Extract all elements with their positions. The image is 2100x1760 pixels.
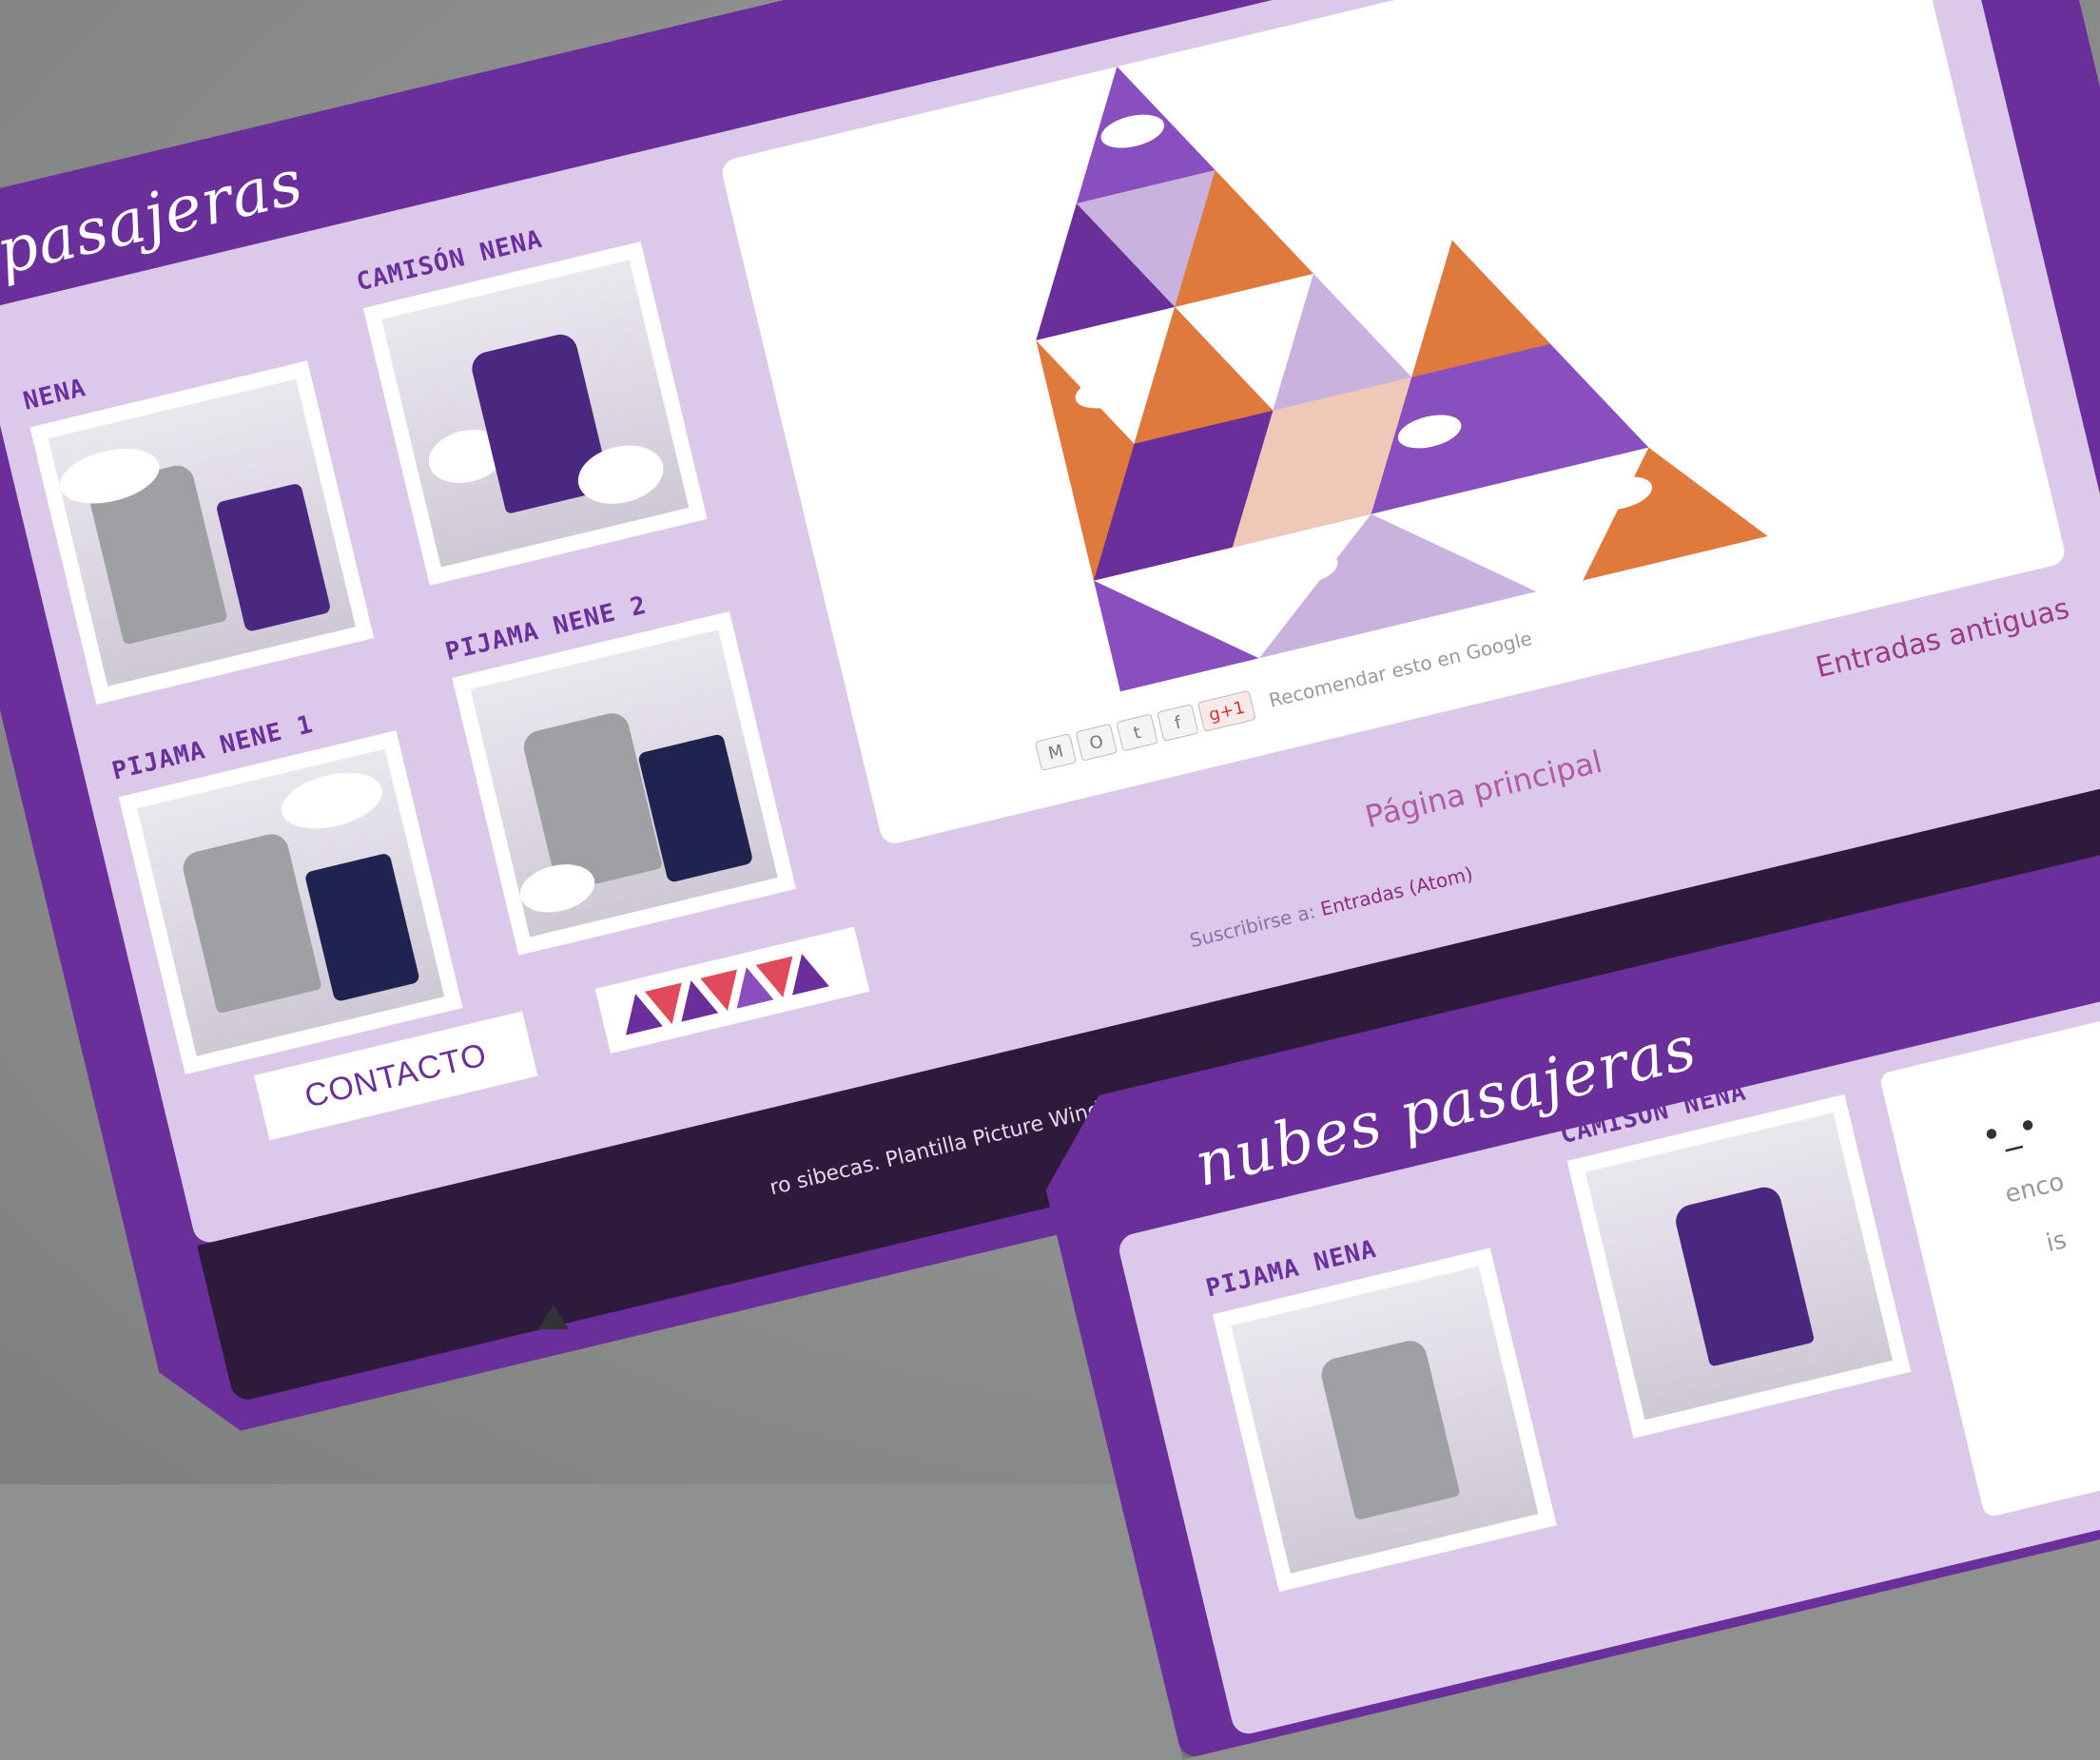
pants-image xyxy=(216,483,331,632)
shirt-image xyxy=(520,710,662,894)
subscribe-prefix: Suscribirse a: xyxy=(1187,899,1317,952)
product-photo[interactable] xyxy=(452,611,796,956)
subscribe-atom-link[interactable]: Entradas (Atom) xyxy=(1318,862,1475,921)
google-plus-button[interactable]: g+1 xyxy=(1197,690,1256,732)
triangle-pattern-strip xyxy=(595,927,870,1054)
product-photo[interactable] xyxy=(29,360,374,705)
product-pijama-nena[interactable]: PIJAMA NENA xyxy=(1203,1205,1575,1592)
product-camison-nena[interactable]: CAMISÓN NENA xyxy=(1558,1051,1930,1438)
partial-text: enco xyxy=(2002,1168,2067,1209)
product-pijama-nene-2[interactable]: PIJAMA NENE 2 xyxy=(442,568,814,955)
triangle-strip-icon xyxy=(617,945,848,1035)
shirt-image xyxy=(1318,1337,1460,1520)
product-photo[interactable] xyxy=(1567,1094,1912,1439)
product-camison-nena[interactable]: CAMISÓN NENA xyxy=(354,199,726,586)
email-share-button[interactable]: M xyxy=(1035,733,1077,771)
product-pijama-nene-1[interactable]: PIJAMA NENE 1 xyxy=(109,687,481,1074)
product-gallery: CAMISÓN NENA NENA xyxy=(21,189,886,1181)
product-photo[interactable] xyxy=(363,242,708,586)
product-photo[interactable] xyxy=(1213,1247,1557,1592)
facebook-share-button[interactable]: f xyxy=(1157,704,1198,742)
twitter-share-button[interactable]: t xyxy=(1116,713,1157,751)
small-triangle-icon xyxy=(538,1305,569,1329)
post-content: •_• enco is xyxy=(1878,990,2100,1518)
product-photo[interactable] xyxy=(119,730,463,1074)
subscribe-line: Suscribirse a: Entradas (Atom) xyxy=(1187,862,1475,953)
post-content: M O t f g+1 Recomendar esto en Google xyxy=(719,0,2067,846)
blog-share-button[interactable]: O xyxy=(1076,724,1118,762)
product-nena[interactable]: NENA xyxy=(21,318,393,705)
home-page-link[interactable]: Página principal xyxy=(1362,744,1606,835)
triangle-mosaic-artwork xyxy=(979,0,1768,691)
shirt-image xyxy=(1673,1184,1815,1367)
partial-text: is xyxy=(2043,1226,2069,1258)
shirt-image xyxy=(180,831,321,1015)
pants-image xyxy=(304,853,419,1002)
emoticon-face: •_• xyxy=(1977,1106,2042,1157)
